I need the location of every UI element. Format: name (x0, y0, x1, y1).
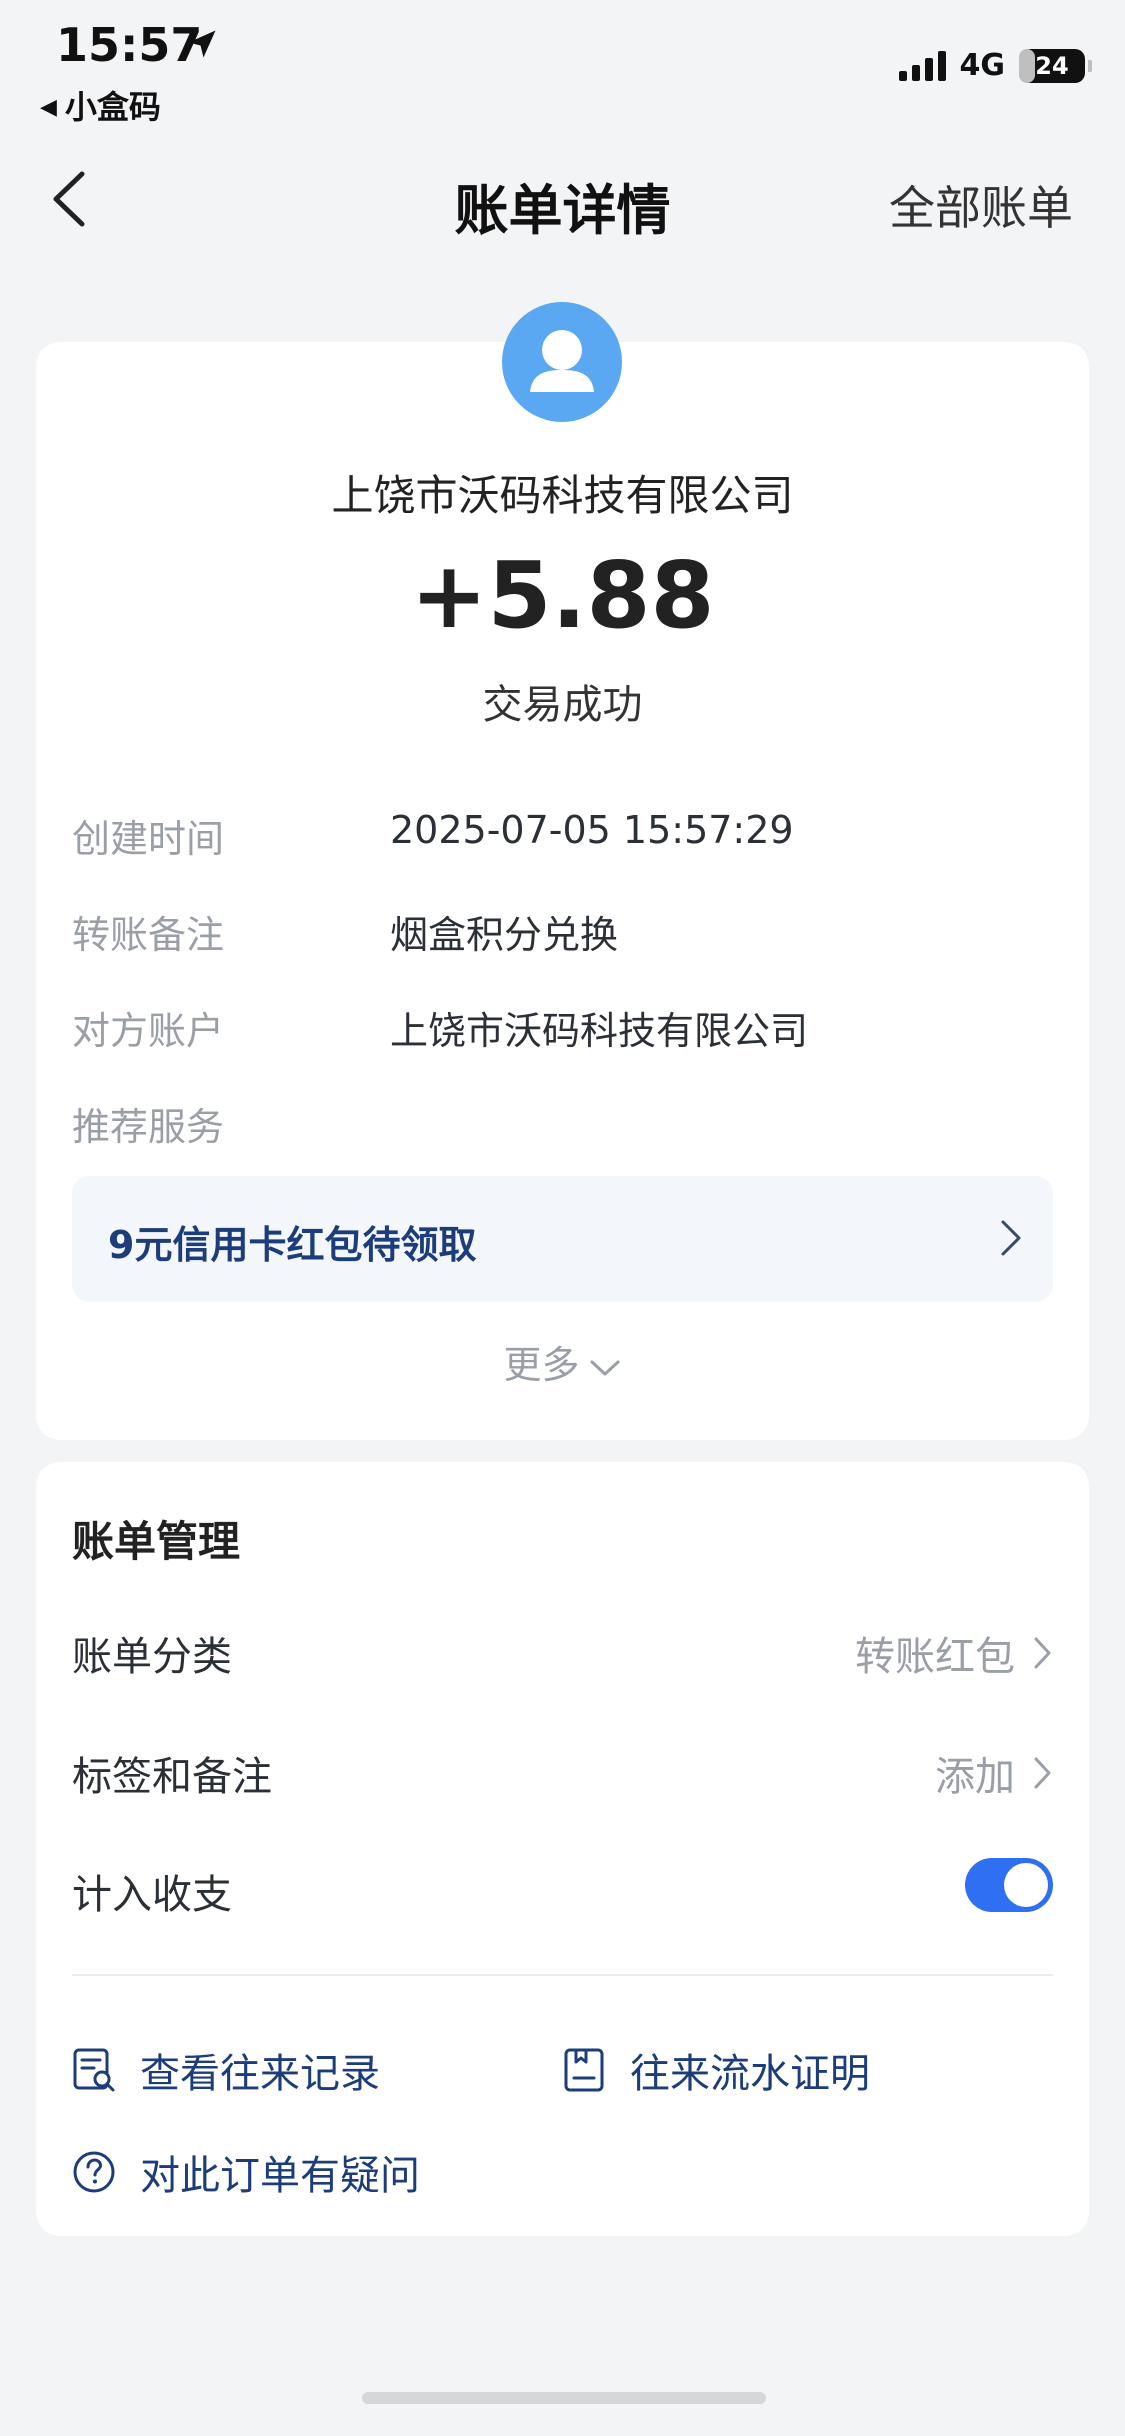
detail-value: 上饶市沃码科技有限公司 (390, 1009, 809, 1053)
bill-category-value: 转账红包 (855, 1634, 1015, 1680)
home-indicator (362, 2392, 766, 2404)
include-in-accounts-row: 计入收支 (72, 1858, 1053, 1922)
tags-notes-row[interactable]: 标签和备注 添加 (72, 1744, 1053, 1804)
back-app-label: 小盒码 (64, 88, 161, 126)
row-label: 计入收支 (72, 1872, 232, 1918)
chevron-right-icon (1034, 1637, 1051, 1669)
transaction-card: 上饶市沃码科技有限公司 +5.88 交易成功 创建时间 2025-07-05 1… (36, 302, 1089, 1440)
row-label: 账单分类 (72, 1634, 232, 1680)
bill-category-row[interactable]: 账单分类 转账红包 (72, 1624, 1053, 1684)
question-icon (73, 2151, 115, 2193)
credit-card-promo-banner[interactable]: 9元信用卡红包待领取 (72, 1176, 1053, 1302)
back-triangle-icon: ◀ (40, 94, 57, 120)
toggle-knob (1004, 1863, 1048, 1907)
detail-value: 烟盒积分兑换 (390, 913, 619, 957)
link-label: 查看往来记录 (140, 2051, 380, 2097)
cellular-signal-icon (898, 50, 946, 81)
statement-proof-link[interactable]: 往来流水证明 (562, 2040, 870, 2100)
record-search-icon (73, 2048, 115, 2092)
battery-icon: 24 (1019, 48, 1092, 83)
detail-label: 创建时间 (72, 817, 225, 861)
back-to-app-button[interactable]: ◀ 小盒码 (40, 82, 161, 128)
chevron-down-icon (590, 1360, 619, 1375)
user-avatar-icon (530, 330, 594, 392)
include-in-accounts-toggle[interactable] (965, 1858, 1053, 1912)
detail-label: 对方账户 (72, 1009, 225, 1053)
transaction-amount: +5.88 (410, 542, 715, 649)
network-type: 4G (959, 48, 1006, 83)
battery-level (1019, 48, 1035, 83)
divider (72, 1974, 1053, 1976)
all-bills-button[interactable]: 全部账单 (889, 172, 1073, 238)
row-label: 标签和备注 (72, 1754, 272, 1800)
detail-value: 2025-07-05 15:57:29 (390, 808, 794, 852)
transaction-status: 交易成功 (482, 682, 643, 728)
location-arrow-icon (188, 30, 216, 58)
chevron-right-icon (1001, 1220, 1021, 1256)
counterparty-name: 上饶市沃码科技有限公司 (331, 471, 794, 520)
battery-level-text: 24 (1035, 51, 1069, 80)
status-indicators: 4G 24 (898, 48, 1092, 83)
order-question-link[interactable]: 对此订单有疑问 (72, 2142, 420, 2202)
status-bar: 15:57 ◀ 小盒码 4G 24 (0, 0, 1125, 130)
tags-notes-value: 添加 (935, 1754, 1015, 1800)
more-button[interactable]: 更多 (36, 1334, 1089, 1389)
bill-management-card: 账单管理 账单分类 转账红包 标签和备注 添加 计入收支 查看往来记录 往来流水… (36, 1462, 1089, 2236)
navigation-bar: 账单详情 全部账单 (0, 150, 1125, 250)
chevron-right-icon (1034, 1757, 1051, 1789)
statement-icon (564, 2048, 604, 2092)
detail-label: 转账备注 (72, 913, 225, 957)
link-label: 对此订单有疑问 (140, 2153, 420, 2199)
avatar (502, 302, 622, 422)
promo-text: 9元信用卡红包待领取 (108, 1223, 477, 1267)
view-history-link[interactable]: 查看往来记录 (72, 2040, 380, 2100)
status-time: 15:57 (56, 18, 203, 72)
link-label: 往来流水证明 (630, 2051, 870, 2097)
section-title: 账单管理 (72, 1517, 241, 1566)
more-label: 更多 (503, 1343, 580, 1387)
row-value: 转账红包 (855, 1624, 1053, 1682)
detail-label: 推荐服务 (72, 1105, 225, 1149)
row-value: 添加 (935, 1744, 1053, 1802)
